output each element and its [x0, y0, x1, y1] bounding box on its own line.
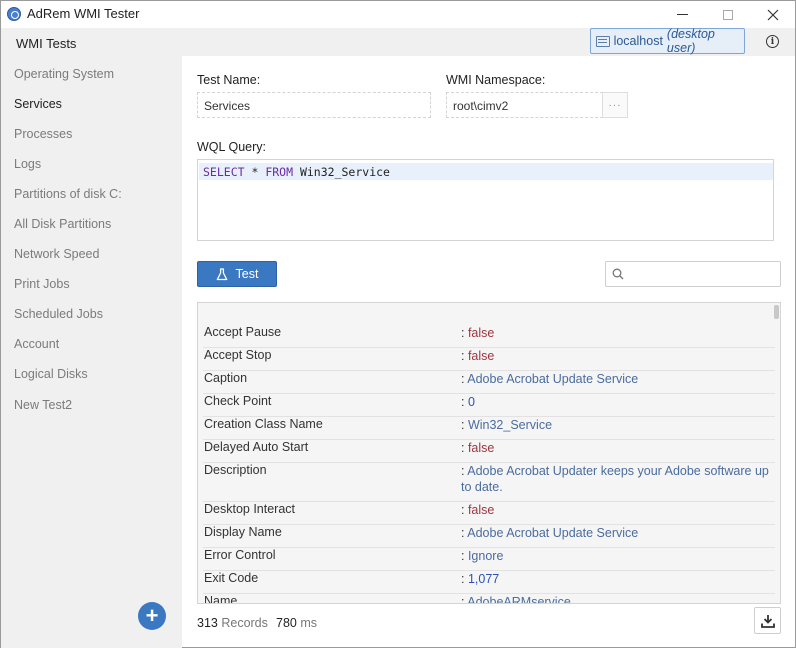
info-icon[interactable]: i	[766, 35, 779, 48]
close-icon	[767, 9, 779, 20]
sidebar-item-partitions-disk-c[interactable]: Partitions of disk C:	[14, 187, 122, 201]
host-name: localhost	[613, 34, 663, 48]
property-name: Check Point	[204, 394, 272, 408]
plus-icon: +	[145, 603, 159, 628]
table-row: Accept Pause : false	[203, 325, 775, 348]
search-input[interactable]	[605, 261, 781, 287]
test-button-label: Test	[235, 267, 259, 281]
page-title: WMI Tests	[16, 36, 77, 51]
sidebar-item-logical-disks[interactable]: Logical Disks	[14, 367, 88, 381]
query-keyword-from: FROM	[265, 165, 294, 179]
property-value: : Adobe Acrobat Updater keeps your Adobe…	[461, 464, 769, 494]
query-keyword-select: SELECT	[203, 165, 245, 179]
table-row: Delayed Auto Start : false	[203, 440, 775, 463]
server-icon	[596, 35, 610, 47]
flask-icon	[216, 267, 228, 281]
records-count: 313	[197, 616, 218, 630]
query-table: Win32_Service	[293, 165, 390, 179]
sidebar-item-services[interactable]: Services	[14, 97, 62, 111]
table-row: Creation Class Name : Win32_Service	[203, 417, 775, 440]
sidebar-item-scheduled-jobs[interactable]: Scheduled Jobs	[14, 307, 103, 321]
test-name-input[interactable]: Services	[197, 92, 431, 118]
records-label: Records	[221, 616, 268, 630]
property-value: : 1,077	[461, 572, 500, 586]
table-row: Display Name : Adobe Acrobat Update Serv…	[203, 525, 775, 548]
property-name: Caption	[204, 371, 248, 385]
namespace-label: WMI Namespace:	[446, 73, 546, 87]
minimize-icon	[676, 14, 688, 15]
sidebar-item-print-jobs[interactable]: Print Jobs	[14, 277, 70, 291]
sidebar-item-all-disk-partitions[interactable]: All Disk Partitions	[14, 217, 111, 231]
table-row: Desktop Interact : false	[203, 502, 775, 525]
property-value: : Adobe Acrobat Update Service	[461, 372, 639, 386]
title-bar: AdRem WMI Tester	[1, 1, 795, 28]
scrollbar-thumb[interactable]	[774, 305, 779, 319]
property-value: : Adobe Acrobat Update Service	[461, 526, 639, 540]
table-row: Name : AdobeARMservice	[203, 594, 775, 604]
maximize-icon	[723, 9, 733, 20]
window-title: AdRem WMI Tester	[27, 6, 140, 21]
table-row: Check Point : 0	[203, 394, 775, 417]
minimize-button[interactable]	[659, 1, 705, 28]
test-name-label: Test Name:	[197, 73, 261, 87]
sidebar-item-operating-system[interactable]: Operating System	[14, 67, 114, 81]
property-name: Desktop Interact	[204, 502, 296, 516]
query-star: *	[244, 165, 266, 179]
namespace-input[interactable]: root\cimv2	[446, 92, 603, 118]
table-row: Description : Adobe Acrobat Updater keep…	[203, 463, 775, 502]
property-name: Accept Stop	[204, 348, 272, 362]
app-window: AdRem WMI Tester WMI Tests localhost (de…	[0, 0, 796, 648]
property-value: : false	[461, 326, 495, 340]
search-icon	[612, 268, 624, 280]
property-name: Display Name	[204, 525, 282, 539]
download-icon	[760, 614, 775, 628]
table-row: Error Control : Ignore	[203, 548, 775, 571]
query-label: WQL Query:	[197, 140, 266, 154]
sidebar-item-logs[interactable]: Logs	[14, 157, 41, 171]
header-bar: WMI Tests localhost (desktop user) i	[1, 27, 795, 56]
download-button[interactable]	[754, 607, 781, 634]
records-status: 313 Records	[197, 616, 268, 630]
browse-namespace-button[interactable]: ···	[602, 92, 628, 118]
property-value: : false	[461, 349, 495, 363]
property-name: Delayed Auto Start	[204, 440, 309, 454]
property-name: Description	[204, 463, 267, 477]
property-value: : 0	[461, 395, 475, 409]
app-logo-icon	[7, 7, 21, 21]
sidebar: Operating System Services Processes Logs…	[1, 56, 182, 648]
property-value: : false	[461, 503, 495, 517]
host-selector-button[interactable]: localhost (desktop user)	[590, 27, 745, 55]
sidebar-item-new-test2[interactable]: New Test2	[14, 398, 72, 412]
test-button[interactable]: Test	[197, 261, 277, 287]
table-row: Caption : Adobe Acrobat Update Service	[203, 371, 775, 394]
property-value: : false	[461, 441, 495, 455]
query-line: SELECT * FROM Win32_Service	[199, 163, 773, 180]
results-panel[interactable]: Accept Pause : false Accept Stop : false…	[197, 302, 781, 604]
property-name: Exit Code	[204, 571, 259, 585]
property-name: Name	[204, 594, 238, 604]
property-value: : AdobeARMservice	[461, 595, 571, 604]
host-user: (desktop user)	[666, 27, 715, 55]
property-name: Accept Pause	[204, 325, 282, 339]
property-name: Error Control	[204, 548, 276, 562]
property-value: : Win32_Service	[461, 418, 553, 432]
property-name: Creation Class Name	[204, 417, 323, 431]
close-button[interactable]	[750, 1, 796, 28]
sidebar-item-network-speed[interactable]: Network Speed	[14, 247, 99, 261]
maximize-button[interactable]	[705, 1, 751, 28]
property-value: : Ignore	[461, 549, 504, 563]
add-test-button[interactable]: +	[138, 602, 166, 630]
time-value: 780	[276, 616, 297, 630]
time-unit: ms	[300, 616, 318, 630]
time-status: 780 ms	[276, 616, 317, 630]
sidebar-item-processes[interactable]: Processes	[14, 127, 72, 141]
table-row: Exit Code : 1,077	[203, 571, 775, 594]
query-editor[interactable]: SELECT * FROM Win32_Service	[197, 159, 774, 241]
sidebar-item-account[interactable]: Account	[14, 337, 59, 351]
table-row: Accept Stop : false	[203, 348, 775, 371]
